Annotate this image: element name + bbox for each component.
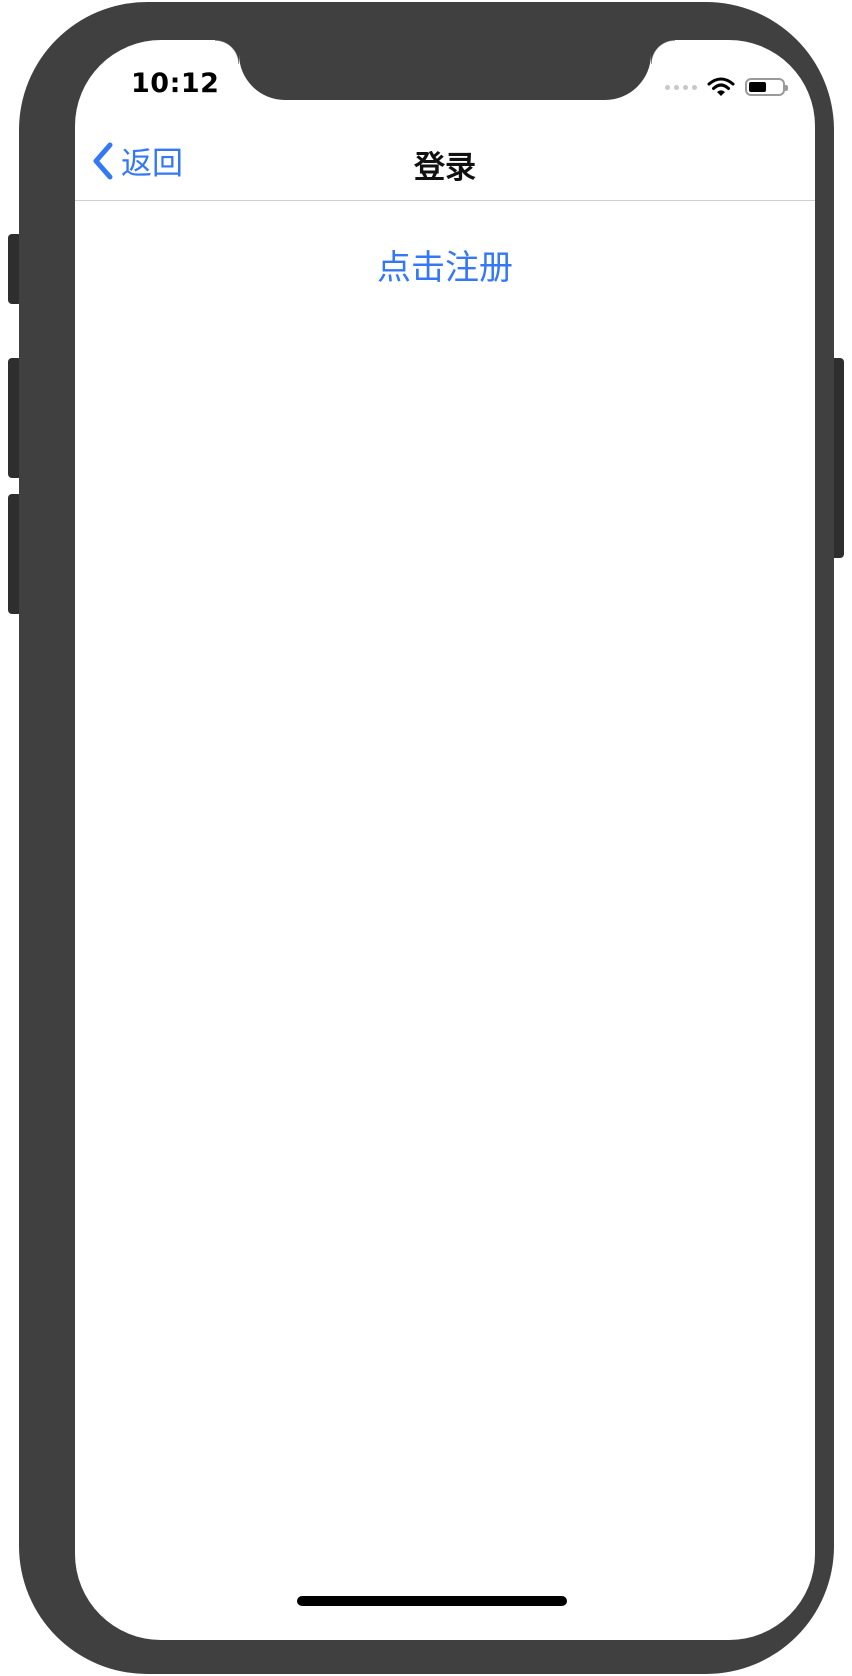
status-time: 10:12 [131, 68, 220, 99]
phone-frame: 10:12 返回 登录 点击注册 [19, 2, 834, 1674]
phone-screen: 10:12 返回 登录 点击注册 [75, 40, 815, 1640]
register-link-container: 点击注册 [75, 240, 815, 289]
page-title: 登录 [414, 150, 476, 186]
home-indicator[interactable] [297, 1596, 567, 1606]
register-link[interactable]: 点击注册 [377, 240, 513, 289]
battery-icon [745, 78, 788, 96]
status-icons [665, 76, 788, 98]
navigation-bar: 返回 登录 [75, 124, 815, 201]
battery-level [749, 82, 766, 92]
signal-icon [665, 84, 697, 90]
wifi-icon [707, 77, 735, 96]
notch [215, 40, 675, 100]
